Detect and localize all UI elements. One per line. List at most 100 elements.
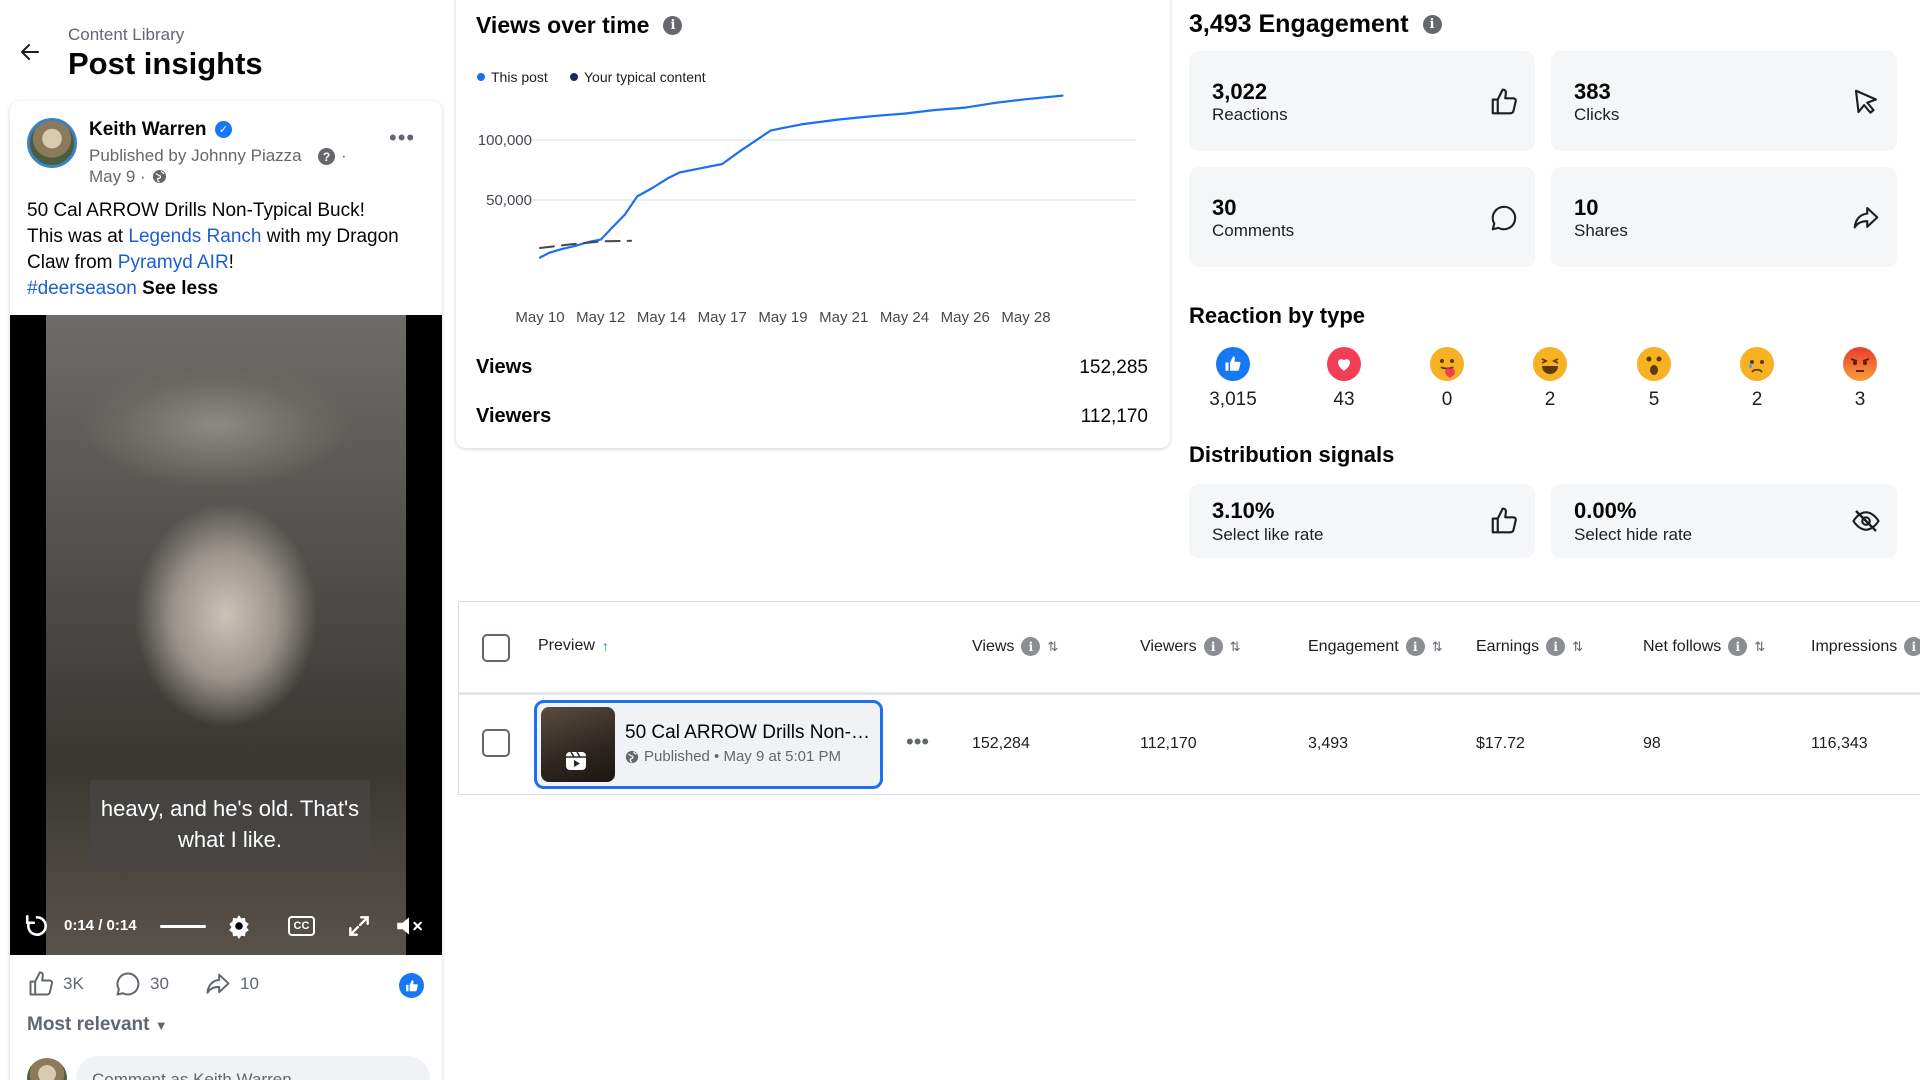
legend-dot-typical (570, 73, 578, 81)
care-emoji-icon (1430, 347, 1464, 381)
post-more-button[interactable]: ••• (389, 125, 415, 151)
shares-stat-card[interactable]: 10 Shares (1551, 167, 1897, 267)
video-player[interactable]: heavy, and he's old. That's what I like.… (10, 315, 442, 955)
chart-legend: This post Your typical content (477, 69, 706, 85)
info-icon[interactable]: i (1422, 15, 1442, 34)
reactions-label: Reactions (1212, 105, 1288, 124)
chart-series (538, 94, 1064, 259)
comments-stat-card[interactable]: 30 Comments (1189, 167, 1535, 267)
info-icon[interactable]: i (1203, 637, 1223, 656)
legends-ranch-link[interactable]: Legends Ranch (128, 226, 261, 247)
row-more-button[interactable]: ••• (906, 729, 929, 755)
gear-icon[interactable] (226, 913, 252, 939)
select-all-checkbox[interactable] (482, 634, 510, 662)
views-label: Views (476, 356, 533, 378)
hide-rate-card[interactable]: 0.00% Select hide rate (1551, 484, 1897, 558)
sort-icon[interactable]: ⇅ (1754, 639, 1765, 655)
engagement-title-label: 3,493 Engagement (1189, 10, 1409, 38)
share-action[interactable]: 10 (204, 969, 259, 999)
reaction-angry: 3 (1820, 347, 1900, 411)
column-earnings[interactable]: Earnings i ⇅ (1476, 637, 1583, 656)
comment-input[interactable]: Comment as Keith Warren (76, 1056, 430, 1080)
wow-count: 5 (1648, 389, 1660, 410)
column-preview[interactable]: Preview ↑ (538, 637, 609, 655)
video-scrubber[interactable] (160, 925, 206, 928)
cell-earnings: $17.72 (1476, 735, 1525, 752)
hashtag-link[interactable]: #deerseason (27, 278, 137, 299)
video-thumbnail (541, 707, 615, 782)
comment-avatar (27, 1058, 67, 1080)
column-engagement[interactable]: Engagement i ⇅ (1308, 637, 1443, 656)
share-icon (1853, 206, 1879, 229)
x-tick-label: May 21 (819, 309, 868, 326)
viewers-value: 112,170 (1080, 406, 1148, 427)
reaction-like: 3,015 (1193, 347, 1273, 411)
reaction-care: 0 (1407, 347, 1487, 411)
mute-icon[interactable] (394, 913, 424, 939)
caret-down-icon: ▼ (154, 1018, 168, 1033)
comment-sort-dropdown[interactable]: Most relevant ▼ (27, 1014, 168, 1036)
captions-icon[interactable]: CC (288, 916, 315, 936)
like-rate-value: 3.10% (1212, 498, 1275, 523)
row-preview[interactable]: 50 Cal ARROW Drills Non-T... Published •… (534, 700, 883, 789)
x-tick-labels: May 10 May 12 May 14 May 17 May 19 May 21 May … (515, 309, 1050, 326)
like-rate-label: Select like rate (1212, 525, 1324, 544)
like-rate-card[interactable]: 3.10% Select like rate (1189, 484, 1535, 558)
see-less-button[interactable]: See less (142, 278, 218, 299)
help-icon[interactable]: ? (318, 148, 335, 165)
row-meta: Published • May 9 at 5:01 PM (625, 748, 841, 765)
x-tick-label: May 10 (515, 309, 564, 326)
clicks-stat-card[interactable]: 383 Clicks (1551, 51, 1897, 151)
column-impressions-label: Impressions (1811, 637, 1898, 655)
back-button[interactable] (14, 36, 46, 68)
like-emoji-icon (1216, 347, 1250, 381)
column-net-follows[interactable]: Net follows i ⇅ (1643, 637, 1765, 656)
sort-icon[interactable]: ⇅ (1572, 639, 1583, 655)
info-icon[interactable]: i (1021, 637, 1041, 656)
info-icon[interactable]: i (1728, 637, 1748, 656)
viewers-label: Viewers (476, 405, 552, 427)
series-line-this-post (538, 94, 1064, 259)
subtitle-box: heavy, and he's old. That's what I like. (90, 780, 370, 868)
clicks-value: 383 (1574, 79, 1611, 104)
comment-count: 30 (150, 974, 169, 993)
hide-rate-label: Select hide rate (1574, 525, 1693, 544)
breadcrumb[interactable]: Content Library (68, 25, 184, 45)
info-icon[interactable]: i (1405, 637, 1425, 656)
column-views[interactable]: Views i ⇅ (972, 637, 1058, 656)
y-tick-label: 100,000 (478, 132, 532, 149)
content-table: Preview ↑ Views i ⇅ Viewers i ⇅ Engageme… (458, 601, 1920, 795)
reactions-stat-card[interactable]: 3,022 Reactions (1189, 51, 1535, 151)
post-text: 50 Cal ARROW Drills Non-Typical Buck! Th… (27, 198, 432, 302)
x-tick-label: May 14 (637, 309, 686, 326)
author-name[interactable]: Keith Warren (89, 119, 207, 141)
pyramyd-air-link[interactable]: Pyramyd AIR (118, 252, 229, 273)
row-title: 50 Cal ARROW Drills Non-T... (625, 722, 875, 743)
sort-icon[interactable]: ⇅ (1432, 639, 1443, 655)
comment-action[interactable]: 30 (114, 969, 169, 999)
like-count: 3,015 (1209, 389, 1257, 410)
info-icon[interactable]: i (663, 16, 683, 35)
post-text-after: ! (228, 252, 234, 273)
sort-icon[interactable]: ⇅ (1047, 639, 1058, 655)
column-viewers[interactable]: Viewers i ⇅ (1140, 637, 1241, 656)
fullscreen-icon[interactable] (346, 913, 372, 939)
comments-label: Comments (1212, 221, 1295, 240)
love-count: 43 (1333, 389, 1355, 410)
post-date[interactable]: May 9 · (89, 167, 146, 187)
info-icon[interactable]: i (1546, 637, 1566, 656)
comment-icon (116, 972, 140, 996)
info-icon[interactable]: i (1904, 637, 1920, 656)
column-net-follows-label: Net follows (1643, 637, 1722, 655)
cell-viewers: 112,170 (1140, 735, 1197, 752)
reaction-haha: 2 (1510, 347, 1590, 411)
like-action[interactable]: 3K (27, 969, 84, 999)
avatar[interactable] (27, 118, 77, 168)
row-checkbox[interactable] (482, 729, 510, 757)
engagement-title: 3,493 Engagement i (1189, 10, 1442, 39)
replay-icon[interactable] (24, 913, 50, 939)
x-tick-label: May 17 (698, 309, 747, 326)
like-count: 3K (63, 974, 84, 993)
sort-icon[interactable]: ⇅ (1230, 639, 1241, 655)
column-impressions[interactable]: Impressions i (1811, 637, 1920, 656)
